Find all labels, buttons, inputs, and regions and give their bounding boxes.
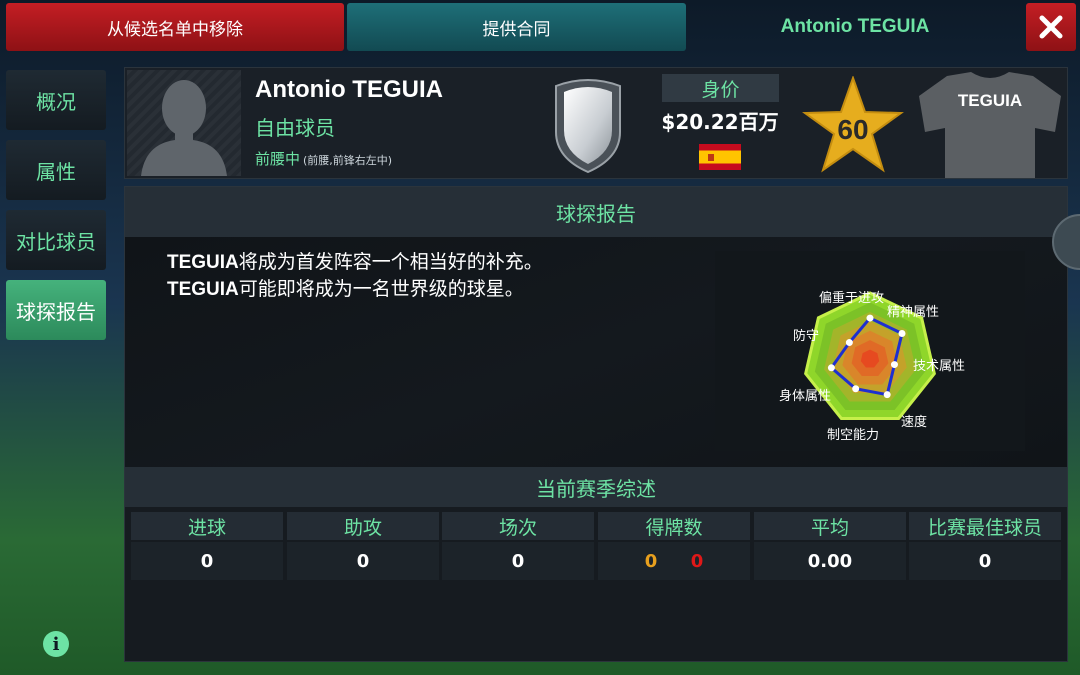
star-icon: 60 (802, 74, 904, 173)
stat-cards-label: 得牌数 (598, 512, 750, 540)
red-cards-value: 0 (690, 550, 704, 572)
player-name: Antonio TEGUIA (255, 76, 443, 103)
scout-report-panel: 球探报告 TEGUIA将成为首发阵容一个相当好的补充。 TEGUIA可能即将成为… (124, 186, 1068, 662)
report-line-text: 可能即将成为一名世界级的球星。 (238, 278, 524, 300)
stat-assists-label: 助攻 (287, 512, 439, 540)
player-header-card: Antonio TEGUIA 自由球员 前腰中 (前腰,前锋右左中) 身价 $20… (124, 67, 1068, 179)
player-position: 前腰中 (前腰,前锋右左中) (255, 148, 392, 169)
radar-graphic (804, 291, 936, 420)
header-player-name: Antonio TEGUIA (780, 16, 930, 37)
rating-star: 60 (802, 74, 904, 174)
stat-goals-label: 进球 (131, 512, 283, 540)
report-player-name: TEGUIA (167, 252, 239, 273)
radar-point (845, 339, 853, 347)
radar-label-technical: 技术属性 (913, 359, 966, 374)
radar-point (898, 329, 906, 337)
report-line-text: 将成为首发阵容一个相当好的补充。 (238, 251, 543, 273)
radar-point (883, 391, 891, 399)
yellow-cards-value: 0 (644, 550, 658, 572)
player-avatar (127, 70, 241, 176)
stat-assists-value: 0 (287, 542, 439, 580)
player-position-main: 前腰中 (255, 150, 301, 168)
stat-cards-value: 0 0 (598, 542, 750, 580)
close-icon (1039, 15, 1063, 39)
info-icon[interactable]: i (43, 631, 69, 657)
rating-value: 60 (837, 114, 868, 145)
scout-report-body: TEGUIA将成为首发阵容一个相当好的补充。 TEGUIA可能即将成为一名世界级… (125, 237, 1067, 467)
stat-motm-label: 比赛最佳球员 (909, 512, 1061, 540)
stat-appearances-value: 0 (442, 542, 594, 580)
stat-goals-value: 0 (131, 542, 283, 580)
player-status: 自由球员 (255, 116, 335, 140)
scout-report-text: TEGUIA将成为首发阵容一个相当好的补充。 TEGUIA可能即将成为一名世界级… (167, 249, 543, 303)
market-value: $20.22百万 (661, 110, 779, 134)
club-badge-icon (555, 79, 621, 174)
nav-scout-report[interactable]: 球探报告 (6, 280, 106, 340)
radar-label-aerial: 制空能力 (827, 428, 880, 443)
radar-label-speed: 速度 (901, 415, 928, 430)
radar-label-attacking: 偏重于进攻 (819, 291, 885, 306)
player-position-alternatives: (前腰,前锋右左中) (303, 154, 393, 167)
scout-report-title: 球探报告 (125, 187, 1067, 237)
close-button[interactable] (1026, 3, 1076, 51)
report-player-name: TEGUIA (167, 279, 239, 300)
radar-label-mental: 精神属性 (887, 305, 940, 320)
shirt-name: TEGUIA (958, 91, 1022, 110)
nav-attributes[interactable]: 属性 (6, 140, 106, 200)
stat-appearances-label: 场次 (442, 512, 594, 540)
silhouette-icon (141, 80, 227, 176)
nav-overview[interactable]: 概况 (6, 70, 106, 130)
radar-point (827, 364, 835, 372)
scout-report-line: TEGUIA可能即将成为一名世界级的球星。 (167, 276, 543, 303)
radar-point (866, 314, 874, 322)
stat-average-label: 平均 (754, 512, 906, 540)
player-shirt: TEGUIA (917, 72, 1063, 178)
radar-label-physical: 身体属性 (779, 389, 832, 404)
nav-compare-players[interactable]: 对比球员 (6, 210, 106, 270)
offer-contract-button[interactable]: 提供合同 (347, 3, 686, 51)
shirt-icon: TEGUIA (919, 72, 1061, 178)
remove-from-shortlist-button[interactable]: 从候选名单中移除 (6, 3, 344, 51)
radar-label-defending: 防守 (793, 329, 820, 344)
radar-point (890, 361, 898, 369)
market-value-label: 身价 (662, 74, 779, 102)
season-summary-title: 当前赛季综述 (125, 467, 1067, 507)
radar-point (852, 385, 860, 393)
spain-flag-icon (699, 144, 741, 170)
attribute-radar-chart: 偏重于进攻 精神属性 技术属性 速度 制空能力 身体属性 防守 (715, 251, 1025, 451)
stat-average-value: 0.00 (754, 542, 906, 580)
stat-motm-value: 0 (909, 542, 1061, 580)
scout-report-line: TEGUIA将成为首发阵容一个相当好的补充。 (167, 249, 543, 276)
